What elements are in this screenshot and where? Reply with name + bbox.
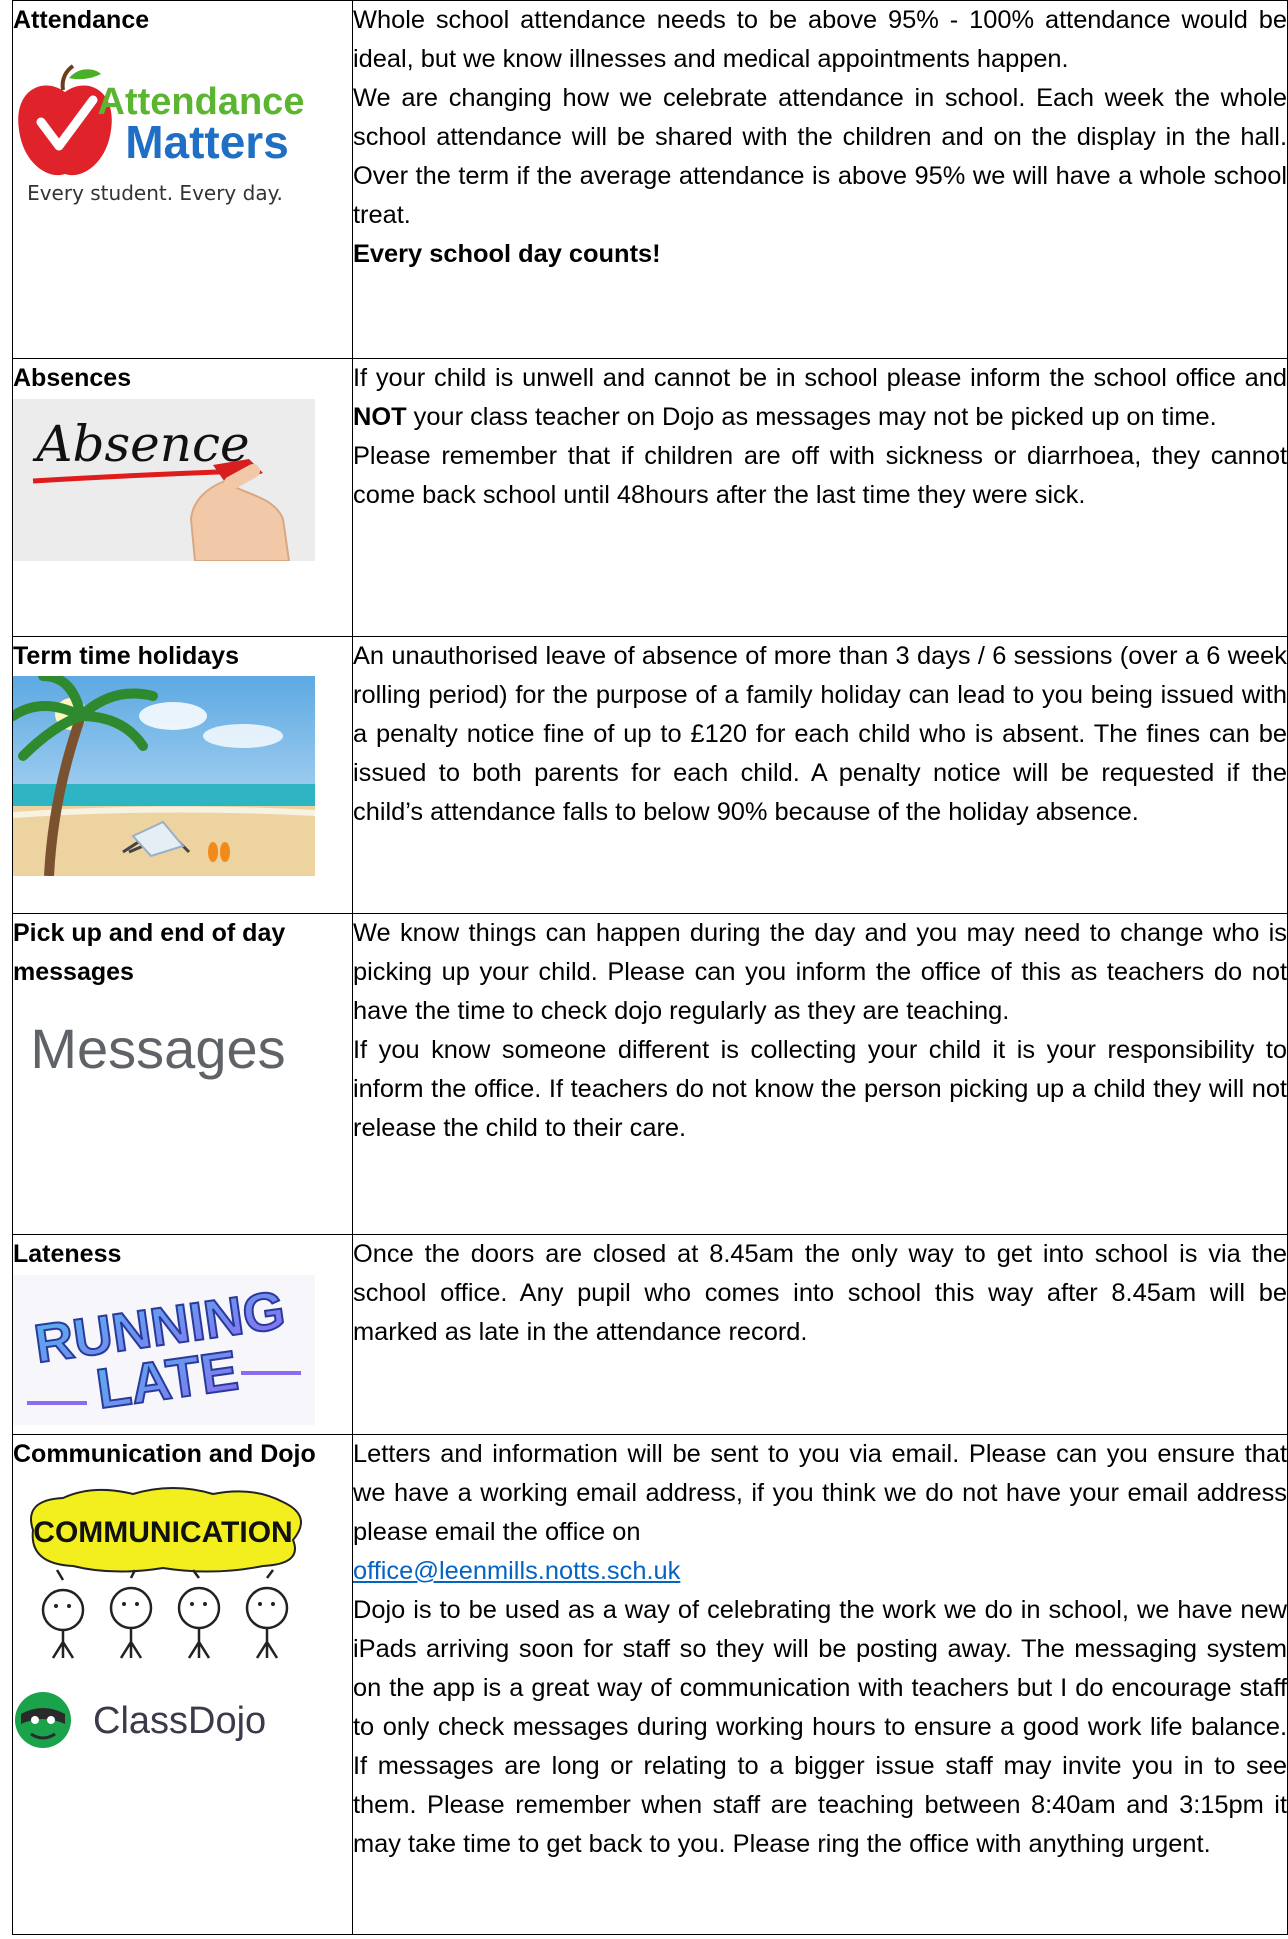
info-table: Attendance Attendance Matters Every stud… bbox=[12, 0, 1288, 1935]
table-row-holidays: Term time holidays An unauthorised leave… bbox=[12, 636, 1288, 914]
messages-image-text: Messages bbox=[30, 1017, 285, 1080]
row-heading: Term time holidays bbox=[13, 642, 239, 670]
lateness-text-cell: Once the doors are closed at 8.45am the … bbox=[352, 1234, 1288, 1435]
lateness-label-cell: Lateness RUNNING LATE bbox=[12, 1234, 353, 1435]
communication-image: COMMUNICATION bbox=[13, 1480, 315, 1660]
absences-text-cell: If your child is unwell and cannot be in… bbox=[352, 358, 1288, 637]
lateness-paragraph: Once the doors are closed at 8.45am the … bbox=[353, 1240, 1287, 1346]
row-heading: Lateness bbox=[13, 1240, 122, 1268]
messages-image: Messages bbox=[13, 1010, 313, 1090]
attendance-label-cell: Attendance Attendance Matters Every stud… bbox=[12, 0, 353, 359]
holidays-paragraph: An unauthorised leave of absence of more… bbox=[353, 642, 1287, 826]
pickup-paragraph-1: We know things can happen during the day… bbox=[353, 919, 1287, 1025]
logo-line2: Matters bbox=[125, 116, 289, 168]
classdojo-text: ClassDojo bbox=[93, 1700, 266, 1742]
attendance-paragraph-2: We are changing how we celebrate attenda… bbox=[353, 84, 1287, 229]
attendance-paragraph-1: Whole school attendance needs to be abov… bbox=[353, 6, 1287, 73]
communication-paragraph-2: Dojo is to be used as a way of celebrati… bbox=[353, 1596, 1287, 1858]
row-heading: Attendance bbox=[13, 6, 150, 34]
table-row-absences: Absences Absence If your child is unwell… bbox=[12, 358, 1288, 637]
absences-paragraph-1: If your child is unwell and cannot be in… bbox=[353, 359, 1287, 437]
communication-label-cell: Communication and Dojo COMMUNICATION Cla… bbox=[12, 1434, 353, 1935]
attendance-bold-line: Every school day counts! bbox=[353, 240, 661, 268]
table-row-communication: Communication and Dojo COMMUNICATION Cla… bbox=[12, 1434, 1288, 1935]
absences-p1-bold: NOT bbox=[353, 403, 407, 431]
communication-text-cell: Letters and information will be sent to … bbox=[352, 1434, 1288, 1935]
beach-image bbox=[13, 676, 315, 876]
table-row-attendance: Attendance Attendance Matters Every stud… bbox=[12, 0, 1288, 359]
row-heading: Pick up and end of day messages bbox=[13, 919, 286, 986]
classdojo-logo: ClassDojo bbox=[13, 1680, 315, 1760]
running-late-image: RUNNING LATE bbox=[13, 1275, 315, 1425]
absences-label-cell: Absences Absence bbox=[12, 358, 353, 637]
absences-paragraph-2: Please remember that if children are off… bbox=[353, 442, 1287, 509]
pickup-text-cell: We know things can happen during the day… bbox=[352, 913, 1288, 1235]
communication-email-paragraph: office@leenmills.notts.sch.uk bbox=[353, 1552, 1287, 1591]
pickup-label-cell: Pick up and end of day messages Messages bbox=[12, 913, 353, 1235]
logo-tagline: Every student. Every day. bbox=[27, 181, 283, 205]
communication-image-text: COMMUNICATION bbox=[33, 1516, 292, 1549]
absence-image-text: Absence bbox=[32, 415, 249, 473]
row-heading: Absences bbox=[13, 364, 132, 392]
table-row-pickup: Pick up and end of day messages Messages… bbox=[12, 913, 1288, 1235]
holidays-text-cell: An unauthorised leave of absence of more… bbox=[352, 636, 1288, 914]
row-heading: Communication and Dojo bbox=[13, 1440, 316, 1468]
attendance-matters-logo: Attendance Matters Every student. Every … bbox=[13, 62, 313, 212]
holidays-label-cell: Term time holidays bbox=[12, 636, 353, 914]
absences-p1-b: your class teacher on Dojo as messages m… bbox=[406, 403, 1217, 431]
absence-image: Absence bbox=[13, 399, 315, 561]
table-row-lateness: Lateness RUNNING LATE Once the doors are… bbox=[12, 1234, 1288, 1435]
communication-paragraph-1: Letters and information will be sent to … bbox=[353, 1440, 1287, 1546]
pickup-paragraph-2: If you know someone different is collect… bbox=[353, 1036, 1287, 1142]
attendance-text-cell: Whole school attendance needs to be abov… bbox=[352, 0, 1288, 359]
office-email-link[interactable]: office@leenmills.notts.sch.uk bbox=[353, 1557, 680, 1585]
absences-p1-a: If your child is unwell and cannot be in… bbox=[353, 364, 1287, 392]
